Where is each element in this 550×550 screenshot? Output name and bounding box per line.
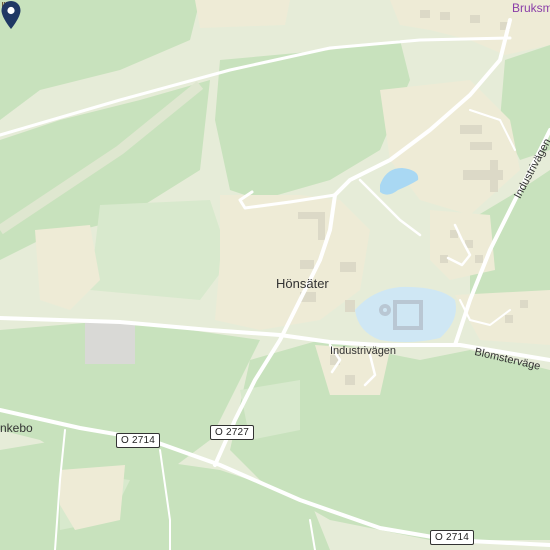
place-label-nkebo: nkebo (0, 421, 33, 435)
location-pin-icon[interactable] (0, 0, 22, 30)
map-base (0, 0, 550, 550)
road-label-industrivagen: Industrivägen (330, 345, 397, 357)
road-shield-o2714: O 2714 (116, 433, 161, 448)
road-shield-o2714-bottom: O 2714 (430, 530, 475, 545)
place-label-bruksm: Bruksm (512, 1, 550, 15)
industrial-area (85, 322, 135, 364)
map-canvas[interactable]: Hönsäter nkebo Bruksm Industrivägen Blom… (0, 0, 550, 550)
road-shield-o2727: O 2727 (210, 425, 255, 440)
place-label-honsater: Hönsäter (276, 276, 329, 291)
